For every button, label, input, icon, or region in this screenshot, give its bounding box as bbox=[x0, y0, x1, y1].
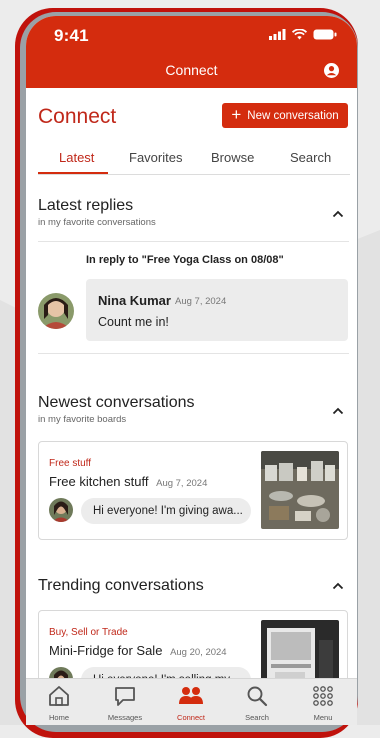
wifi-icon bbox=[292, 29, 307, 40]
newest-conversations-title: Newest conversations bbox=[38, 394, 195, 411]
card-title-row: Mini-Fridge for Sale Aug 20, 2024 bbox=[49, 643, 227, 658]
trending-conversations-title: Trending conversations bbox=[38, 577, 204, 594]
nav-search[interactable]: Search bbox=[224, 679, 290, 725]
nav-connect[interactable]: Connect bbox=[158, 679, 224, 725]
nav-messages[interactable]: Messages bbox=[92, 679, 158, 725]
tab-latest[interactable]: Latest bbox=[59, 150, 94, 165]
app-bar: 9:41 Connect bbox=[26, 16, 357, 88]
grid-icon bbox=[313, 686, 333, 706]
card-title: Mini-Fridge for Sale bbox=[49, 643, 163, 658]
nav-home-label: Home bbox=[48, 713, 69, 722]
nav-menu[interactable]: Menu bbox=[290, 679, 356, 725]
nav-connect-label: Connect bbox=[177, 713, 205, 722]
reply-author: Nina Kumar bbox=[98, 293, 171, 308]
card-title-row: Free kitchen stuff Aug 7, 2024 bbox=[49, 474, 207, 489]
search-icon bbox=[247, 686, 268, 707]
active-tab-indicator bbox=[38, 172, 108, 174]
bottom-nav: Home Messages Connect Search Menu bbox=[26, 678, 357, 725]
chevron-up-icon[interactable] bbox=[332, 407, 344, 415]
reply-bubble[interactable]: Nina Kumar Aug 7, 2024 Count me in! bbox=[86, 279, 348, 341]
chevron-up-icon[interactable] bbox=[332, 210, 344, 218]
status-time: 9:41 bbox=[54, 26, 89, 45]
main-content: Connect + New conversation Latest Favori… bbox=[26, 88, 357, 696]
nav-menu-label: Menu bbox=[313, 713, 333, 722]
tab-favorites[interactable]: Favorites bbox=[129, 150, 182, 165]
reply-date: Aug 7, 2024 bbox=[175, 296, 227, 307]
status-icons bbox=[269, 29, 337, 40]
card-title: Free kitchen stuff bbox=[49, 474, 149, 489]
tab-browse[interactable]: Browse bbox=[211, 150, 254, 165]
newest-conversations-subtitle: in my favorite boards bbox=[38, 414, 127, 425]
card-date: Aug 20, 2024 bbox=[170, 647, 227, 658]
nav-search-label: Search bbox=[245, 713, 269, 722]
reply-context: In reply to "Free Yoga Class on 08/08" bbox=[86, 254, 284, 266]
account-icon[interactable] bbox=[324, 63, 339, 78]
tab-search[interactable]: Search bbox=[290, 150, 331, 165]
signal-icon bbox=[269, 29, 286, 40]
tab-bar: Latest Favorites Browse Search bbox=[38, 146, 350, 175]
home-icon bbox=[49, 686, 69, 706]
new-conversation-button[interactable]: + New conversation bbox=[222, 103, 348, 128]
latest-replies-subtitle: in my favorite conversations bbox=[38, 217, 156, 228]
people-icon bbox=[179, 687, 203, 704]
section-divider bbox=[38, 353, 349, 354]
avatar bbox=[49, 498, 73, 522]
latest-replies-title: Latest replies bbox=[38, 197, 134, 214]
page-title: Connect bbox=[38, 105, 117, 128]
app-bar-title: Connect bbox=[165, 62, 218, 78]
battery-icon bbox=[313, 29, 337, 40]
card-category: Buy, Sell or Trade bbox=[49, 627, 128, 638]
messages-icon bbox=[115, 687, 135, 706]
card-category: Free stuff bbox=[49, 458, 92, 469]
reply-text: Count me in! bbox=[98, 315, 169, 329]
nav-home[interactable]: Home bbox=[26, 679, 92, 725]
card-thumbnail bbox=[261, 451, 339, 529]
phone-screen: 9:41 Connect Connect + New conversation … bbox=[26, 16, 357, 725]
plus-icon: + bbox=[231, 105, 242, 124]
nav-messages-label: Messages bbox=[107, 713, 143, 722]
conversation-card[interactable]: Free stuff Free kitchen stuff Aug 7, 202… bbox=[38, 441, 348, 540]
new-conversation-label: New conversation bbox=[247, 109, 339, 122]
chevron-up-icon[interactable] bbox=[332, 582, 344, 590]
section-divider bbox=[38, 241, 349, 242]
avatar bbox=[38, 293, 74, 329]
card-snippet: Hi everyone! I'm giving awa... bbox=[81, 498, 251, 524]
card-date: Aug 7, 2024 bbox=[156, 478, 208, 489]
